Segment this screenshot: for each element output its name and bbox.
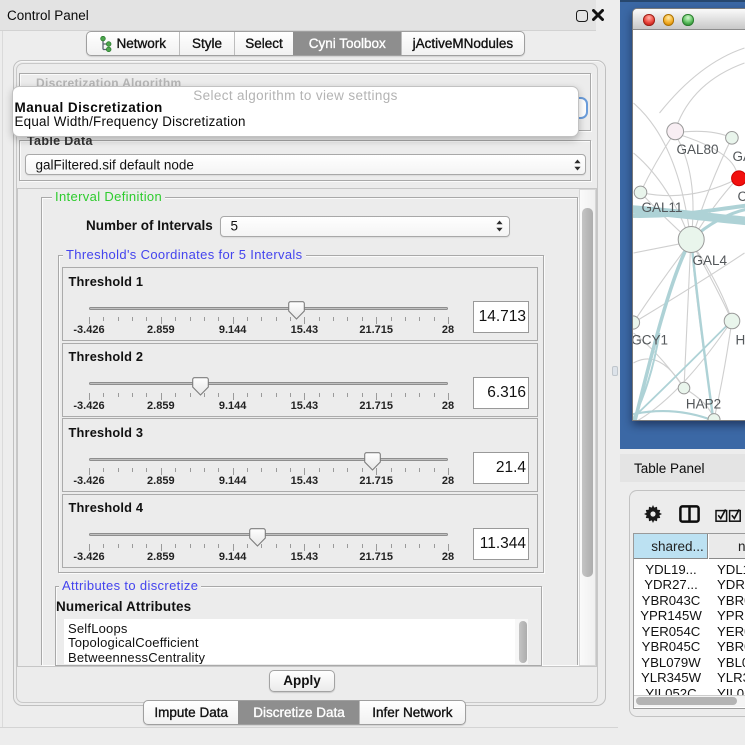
svg-text:C: C (738, 189, 745, 204)
svg-text:H: H (736, 333, 745, 348)
svg-text:GAL80: GAL80 (677, 142, 719, 157)
svg-text:GAL11: GAL11 (642, 200, 683, 215)
svg-text:GCY1: GCY1 (633, 333, 668, 348)
svg-text:GA: GA (733, 149, 745, 164)
svg-text:HAP2: HAP2 (686, 397, 721, 412)
svg-text:GAL4: GAL4 (693, 253, 728, 268)
